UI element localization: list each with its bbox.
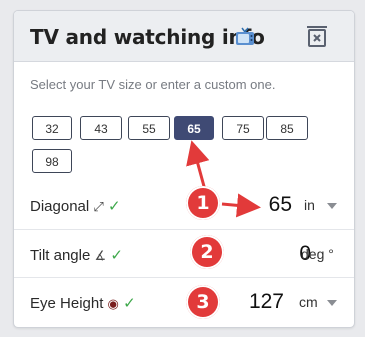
eye-height-row: Eye Height ◉ ✓ 127 cm: [14, 277, 354, 326]
size-hint: Select your TV size or enter a custom on…: [30, 77, 276, 92]
eye-height-unit-select[interactable]: cm: [299, 294, 318, 310]
annotation-badge-1: 1: [186, 186, 220, 220]
check-icon: ✓: [123, 295, 136, 312]
tilt-angle-row: Tilt angle ∡ ✓ 0 deg °: [14, 229, 354, 278]
card-header: TV and watching info: [14, 11, 354, 62]
tv-icon: [236, 27, 254, 45]
diagonal-unit-select[interactable]: in: [304, 197, 315, 213]
diagonal-label: Diagonal ⤢ ✓: [30, 198, 121, 215]
size-button-85[interactable]: 85: [266, 116, 308, 140]
tv-info-card: TV and watching info Select your TV size…: [13, 10, 355, 328]
size-button-98[interactable]: 98: [32, 149, 72, 173]
size-button-55[interactable]: 55: [128, 116, 170, 140]
eye-height-value-input[interactable]: 127: [249, 290, 284, 314]
check-icon: ✓: [107, 198, 121, 215]
size-button-43[interactable]: 43: [80, 116, 122, 140]
eye-icon: ◉: [107, 296, 119, 311]
size-button-75[interactable]: 75: [222, 116, 264, 140]
chevron-down-icon[interactable]: [327, 203, 337, 209]
angle-icon: ∡: [94, 248, 107, 263]
size-button-65-selected[interactable]: 65: [174, 116, 214, 140]
card-title: TV and watching info: [30, 25, 265, 49]
size-button-32[interactable]: 32: [32, 116, 72, 140]
tilt-angle-label: Tilt angle ∡ ✓: [30, 247, 123, 264]
annotation-badge-2: 2: [190, 235, 224, 269]
check-icon: ✓: [110, 247, 123, 264]
diagonal-icon: ⤢: [93, 199, 104, 214]
tilt-angle-unit: deg °: [301, 246, 334, 262]
trash-icon[interactable]: [305, 24, 329, 48]
chevron-down-icon[interactable]: [327, 300, 337, 306]
diagonal-row: Diagonal ⤢ ✓ 65 in: [14, 181, 354, 229]
diagonal-value-input[interactable]: 65: [269, 193, 292, 217]
eye-height-label: Eye Height ◉ ✓: [30, 295, 136, 312]
annotation-badge-3: 3: [186, 285, 220, 319]
